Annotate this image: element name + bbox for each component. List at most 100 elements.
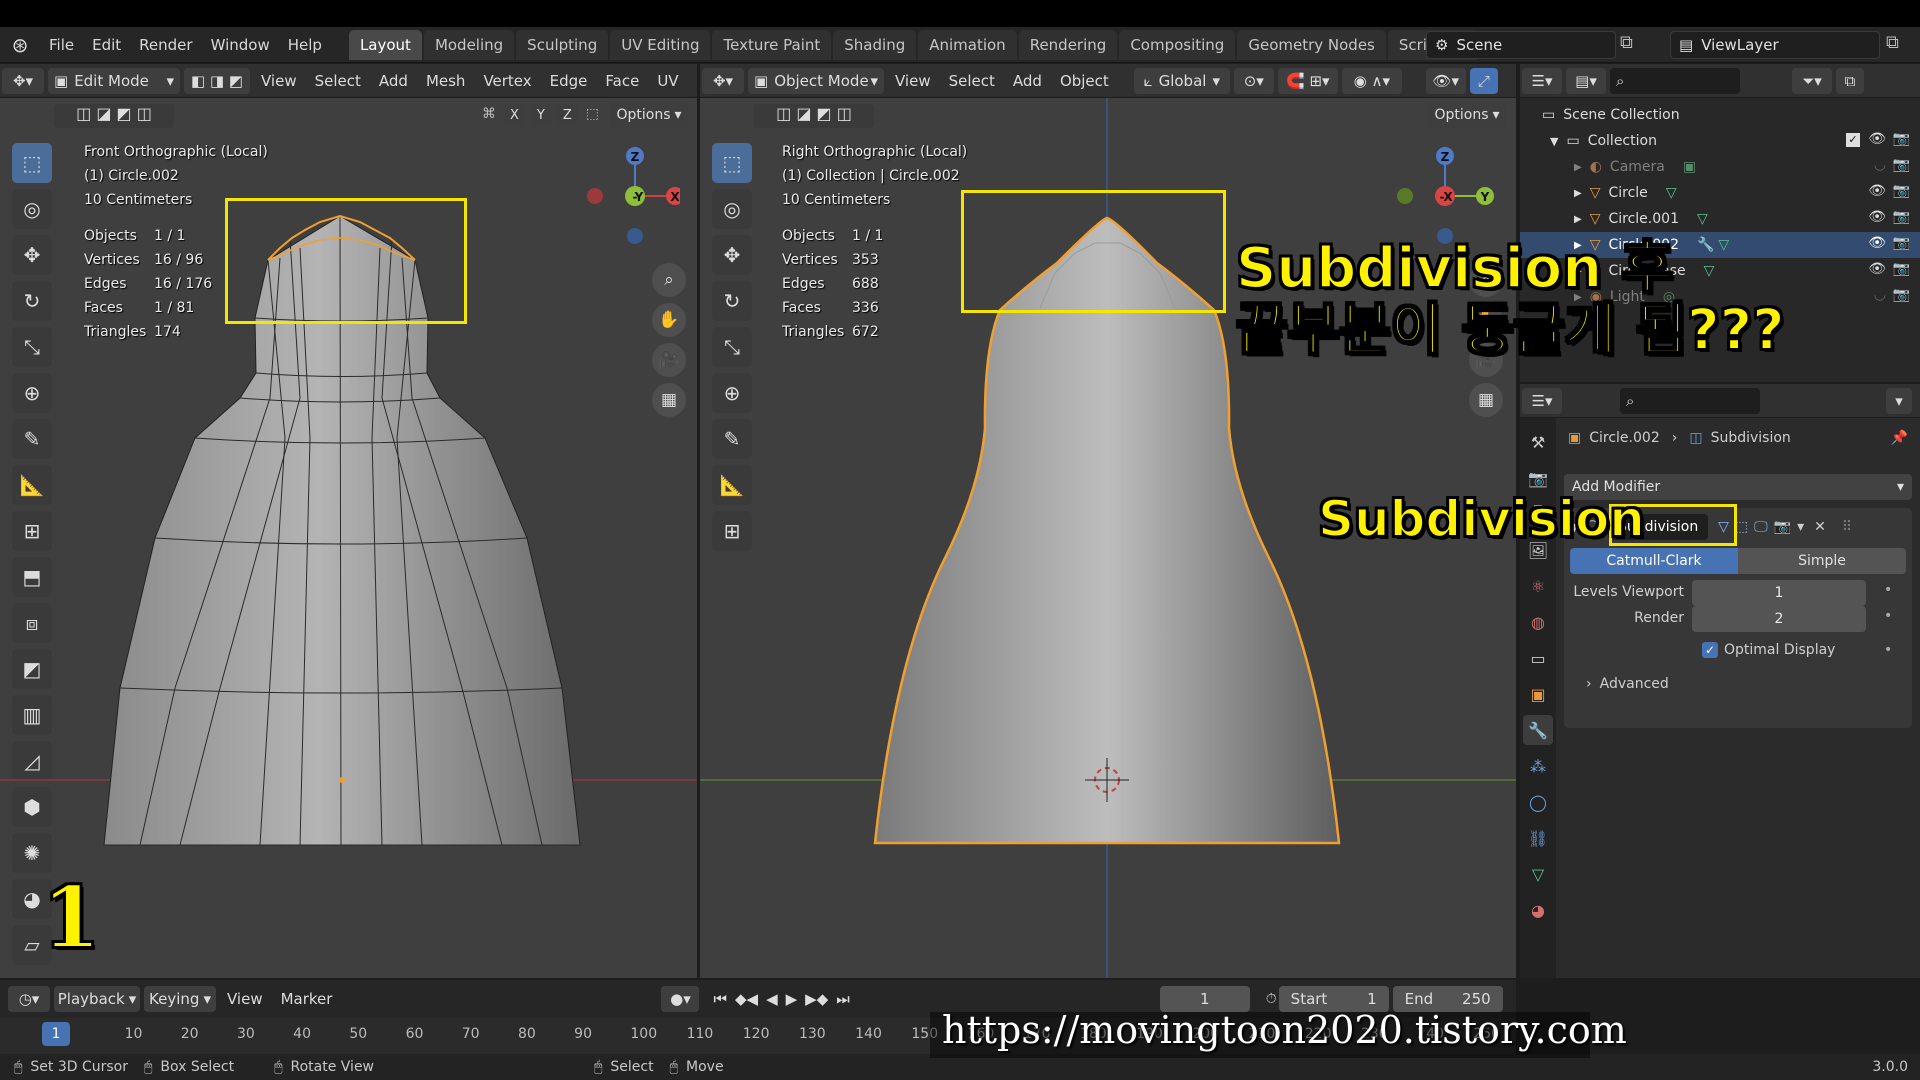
camera-icon[interactable]: 📷 bbox=[1893, 287, 1910, 303]
tab-rendering[interactable]: Rendering bbox=[1018, 29, 1118, 60]
chevron-down-icon[interactable]: ▾ bbox=[1886, 387, 1912, 414]
tab-compositing[interactable]: Compositing bbox=[1119, 29, 1236, 60]
menu-window[interactable]: Window bbox=[202, 36, 279, 54]
tab-texture-paint[interactable]: Texture Paint bbox=[712, 29, 832, 60]
eye-icon[interactable]: 👁 bbox=[1868, 209, 1886, 225]
keyframe-dot-icon[interactable]: • bbox=[1884, 608, 1892, 624]
menu-render[interactable]: Render bbox=[130, 36, 201, 54]
tab-shading[interactable]: Shading bbox=[833, 29, 917, 60]
menu-mesh[interactable]: Mesh bbox=[417, 72, 475, 90]
constraints-tab-icon[interactable]: ⛓ bbox=[1523, 823, 1553, 853]
new-viewlayer-icon[interactable]: ⧉ bbox=[1886, 32, 1912, 58]
render-levels-field[interactable]: 2 bbox=[1692, 606, 1866, 632]
menu-add[interactable]: Add bbox=[1004, 72, 1051, 90]
outliner-search-input[interactable]: ⌕ bbox=[1610, 67, 1740, 94]
eye-hidden-icon[interactable]: ◡ bbox=[1874, 157, 1886, 173]
gizmo-toggle-icon[interactable]: ⤢ bbox=[1469, 67, 1498, 94]
outliner-item-circle-001[interactable]: ▶ ▽ Circle.001 ▽ 👁 📷 bbox=[1520, 206, 1920, 232]
visibility-icon[interactable]: 👁▾ bbox=[1425, 67, 1466, 94]
menu-face[interactable]: Face bbox=[596, 72, 648, 90]
jump-end-icon[interactable]: ⏭ bbox=[836, 990, 850, 1008]
new-scene-icon[interactable]: ⧉ bbox=[1620, 32, 1646, 58]
scene-tab-icon[interactable]: ⚛ bbox=[1523, 571, 1553, 601]
camera-icon[interactable]: 📷 bbox=[1893, 157, 1910, 173]
camera-icon[interactable]: 📷 bbox=[1893, 261, 1910, 277]
advanced-subpanel[interactable]: › Advanced bbox=[1586, 676, 1669, 692]
viewlayer-selector[interactable]: ▤ ViewLayer bbox=[1670, 31, 1880, 59]
mode-dropdown[interactable]: ▣ Edit Mode ▾ bbox=[48, 67, 180, 94]
outliner-scene-collection[interactable]: ▭ Scene Collection bbox=[1520, 102, 1920, 128]
camera-icon[interactable]: 📷 bbox=[1893, 235, 1910, 251]
camera-icon[interactable]: 📷 bbox=[1893, 209, 1910, 225]
menu-vertex[interactable]: Vertex bbox=[474, 72, 540, 90]
tool-tab-icon[interactable]: ⚒ bbox=[1523, 427, 1553, 457]
menu-view[interactable]: View bbox=[252, 72, 306, 90]
pan-hand-icon[interactable]: ✋ bbox=[652, 303, 686, 337]
eye-icon[interactable]: 👁 bbox=[1868, 235, 1886, 251]
tab-modeling[interactable]: Modeling bbox=[423, 29, 515, 60]
tab-layout[interactable]: Layout bbox=[348, 29, 422, 60]
menu-object[interactable]: Object bbox=[1051, 72, 1118, 90]
menu-uv[interactable]: UV bbox=[648, 72, 687, 90]
menu-view[interactable]: View bbox=[886, 72, 940, 90]
menu-file[interactable]: File bbox=[40, 36, 83, 54]
timeline-menu-view[interactable]: View bbox=[218, 990, 272, 1008]
menu-select[interactable]: Select bbox=[940, 72, 1004, 90]
outliner-item-circle[interactable]: ▶ ▽ Circle ▽ 👁 📷 bbox=[1520, 180, 1920, 206]
zoom-icon[interactable]: ⌕ bbox=[652, 263, 686, 297]
filter-icon[interactable]: ⏷▾ bbox=[1792, 67, 1832, 94]
record-icon[interactable]: ●▾ bbox=[661, 986, 700, 1012]
optimal-display-checkbox[interactable]: ✓ Optimal Display bbox=[1702, 642, 1835, 658]
collection-tab-icon[interactable]: ▭ bbox=[1523, 643, 1553, 673]
editor-type-icon[interactable]: ✥▾ bbox=[2, 67, 44, 94]
outliner-item-camera[interactable]: ▶ ◐ Camera ▣ ◡ 📷 bbox=[1520, 154, 1920, 180]
new-collection-icon[interactable]: ⧉ bbox=[1836, 67, 1864, 94]
eye-icon[interactable]: 👁 bbox=[1868, 261, 1886, 277]
prev-keyframe-icon[interactable]: ◆◀ bbox=[735, 990, 758, 1008]
simple-button[interactable]: Simple bbox=[1738, 548, 1906, 574]
catmull-clark-button[interactable]: Catmull-Clark bbox=[1570, 548, 1738, 574]
nav-gizmo[interactable]: Z - X Y bbox=[1390, 138, 1500, 248]
editor-type-icon[interactable]: ✥▾ bbox=[702, 67, 744, 94]
ortho-grid-icon[interactable]: ▦ bbox=[1469, 383, 1503, 417]
jump-start-icon[interactable]: ⏮ bbox=[713, 990, 727, 1008]
snap-icon[interactable]: 🧲 ⊞▾ bbox=[1277, 67, 1338, 94]
menu-edge[interactable]: Edge bbox=[541, 72, 597, 90]
material-tab-icon[interactable]: ◕ bbox=[1523, 895, 1553, 925]
select-mode-buttons[interactable]: ◧ ◨ ◩ bbox=[184, 67, 250, 94]
keyframe-dot-icon[interactable]: • bbox=[1884, 642, 1892, 658]
tab-animation[interactable]: Animation bbox=[918, 29, 1017, 60]
properties-search-input[interactable]: ⌕ bbox=[1620, 387, 1760, 414]
modifier-tab-icon[interactable]: 🔧 bbox=[1523, 715, 1553, 745]
playback-dropdown[interactable]: Playback ▾ bbox=[54, 986, 140, 1012]
tab-uv-editing[interactable]: UV Editing bbox=[610, 29, 711, 60]
physics-tab-icon[interactable]: ◯ bbox=[1523, 787, 1553, 817]
display-mode-icon[interactable]: ▤▾ bbox=[1566, 67, 1606, 94]
dropdown-icon[interactable]: ▾ bbox=[1797, 519, 1804, 535]
tab-geometry-nodes[interactable]: Geometry Nodes bbox=[1237, 29, 1386, 60]
keying-dropdown[interactable]: Keying ▾ bbox=[144, 986, 216, 1012]
data-tab-icon[interactable]: ▽ bbox=[1523, 859, 1553, 889]
world-tab-icon[interactable]: ◍ bbox=[1523, 607, 1553, 637]
render-tab-icon[interactable]: 📷 bbox=[1523, 463, 1553, 493]
menu-help[interactable]: Help bbox=[279, 36, 331, 54]
outliner-type-icon[interactable]: ☰▾ bbox=[1522, 67, 1562, 94]
camera-icon[interactable]: 📷 bbox=[1893, 183, 1910, 199]
ortho-grid-icon[interactable]: ▦ bbox=[652, 383, 686, 417]
drag-handle-icon[interactable]: ⠿ bbox=[1842, 519, 1852, 535]
next-keyframe-icon[interactable]: ▶◆ bbox=[805, 990, 828, 1008]
eye-icon[interactable]: 👁 bbox=[1868, 183, 1886, 199]
eye-hidden-icon[interactable]: ◡ bbox=[1874, 287, 1886, 303]
tab-sculpting[interactable]: Sculpting bbox=[516, 29, 609, 60]
pin-icon[interactable]: 📌 bbox=[1891, 430, 1908, 446]
menu-select[interactable]: Select bbox=[306, 72, 370, 90]
timeline-type-icon[interactable]: ◷▾ bbox=[8, 986, 50, 1012]
pivot-icon[interactable]: ⊙▾ bbox=[1233, 67, 1274, 94]
play-reverse-icon[interactable]: ◀ bbox=[766, 990, 778, 1008]
scene-selector[interactable]: ⚙ Scene bbox=[1426, 31, 1616, 59]
play-icon[interactable]: ▶ bbox=[786, 990, 798, 1008]
object-tab-icon[interactable]: ▣ bbox=[1523, 679, 1553, 709]
menu-edit[interactable]: Edit bbox=[83, 36, 130, 54]
stopwatch-icon[interactable]: ⏱ bbox=[1266, 991, 1277, 1007]
particles-tab-icon[interactable]: ⁂ bbox=[1523, 751, 1553, 781]
